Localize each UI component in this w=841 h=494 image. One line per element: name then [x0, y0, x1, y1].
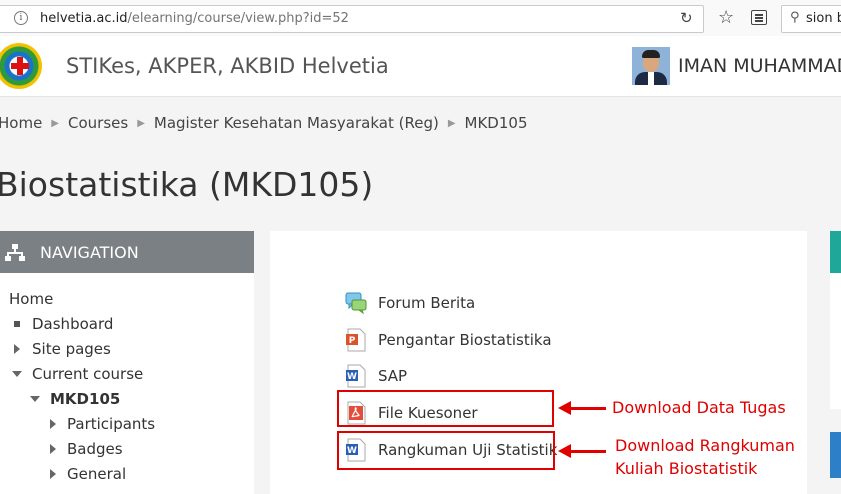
breadcrumb-category[interactable]: Magister Kesehatan Masyarakat (Reg)	[154, 114, 439, 132]
browser-toolbar: i helvetia.ac.id/elearning/course/view.p…	[0, 0, 841, 37]
sitemap-icon	[5, 244, 25, 261]
expand-arrow-icon[interactable]	[14, 344, 20, 354]
expand-arrow-icon[interactable]	[50, 444, 56, 454]
info-icon[interactable]: i	[14, 11, 28, 25]
breadcrumb-courses[interactable]: Courses	[68, 114, 128, 132]
annotation-download-rangkuman: Download Rangkuman	[615, 436, 795, 455]
right-block	[830, 231, 841, 409]
breadcrumb-separator-icon: ▶	[137, 118, 145, 129]
site-name[interactable]: STIKes, AKPER, AKBID Helvetia	[66, 54, 389, 78]
breadcrumb-separator-icon: ▶	[447, 118, 456, 129]
right-block-header	[830, 231, 841, 273]
svg-text:P: P	[349, 336, 356, 346]
nav-item-site-pages[interactable]: Site pages	[32, 340, 111, 358]
collapse-arrow-icon[interactable]	[30, 396, 40, 402]
url-text[interactable]: helvetia.ac.id/elearning/course/view.php…	[40, 11, 349, 26]
powerpoint-icon: P	[346, 328, 366, 352]
highlight-box-file-kuesoner	[337, 390, 554, 427]
expand-arrow-icon[interactable]	[50, 419, 56, 429]
highlight-box-rangkuman	[337, 431, 555, 470]
right-block-blue	[830, 432, 841, 478]
annotation-kuliah-biostatistik: Kuliah Biostatistik	[615, 459, 758, 478]
page-title: Biostatistika (MKD105)	[0, 165, 374, 204]
avatar[interactable]	[632, 47, 670, 85]
search-text: sion b	[806, 11, 841, 26]
nav-item-badges[interactable]: Badges	[67, 440, 123, 458]
activity-label[interactable]: Pengantar Biostatistika	[378, 331, 552, 349]
nav-item-participants[interactable]: Participants	[67, 415, 155, 433]
breadcrumb-home[interactable]: Home	[0, 114, 42, 132]
forum-icon	[345, 292, 367, 315]
arrow-left-icon	[558, 401, 606, 415]
collapse-arrow-icon[interactable]	[12, 371, 22, 377]
breadcrumb-course[interactable]: MKD105	[465, 114, 528, 132]
url-host: helvetia.ac.id	[40, 11, 128, 26]
navigation-block: NAVIGATION	[0, 231, 254, 494]
navigation-title: NAVIGATION	[40, 243, 139, 262]
arrow-left-icon	[558, 444, 606, 458]
nav-item-home[interactable]: Home	[9, 290, 53, 308]
expand-arrow-icon[interactable]	[50, 469, 56, 479]
user-menu-name[interactable]: IMAN MUHAMMAD	[678, 55, 841, 77]
red-cross-icon	[8, 54, 32, 78]
nav-item-general[interactable]: General	[67, 465, 126, 483]
breadcrumb: Home ▶ Courses ▶ Magister Kesehatan Masyarak…	[0, 114, 528, 132]
svg-text:W: W	[347, 372, 357, 382]
activity-label[interactable]: SAP	[378, 367, 407, 385]
breadcrumb-separator-icon: ▶	[51, 118, 59, 129]
nav-item-dashboard[interactable]: Dashboard	[32, 315, 113, 333]
nav-item-course-mkd105[interactable]: MKD105	[50, 390, 120, 408]
search-icon: ⚲	[790, 10, 800, 25]
reload-icon[interactable]: ↻	[680, 9, 693, 27]
url-path: /elearning/course/view.php?id=52	[127, 11, 349, 26]
bookmark-star-icon[interactable]: ☆	[718, 7, 734, 28]
activity-label[interactable]: Forum Berita	[378, 294, 475, 312]
nav-item-current-course[interactable]: Current course	[32, 365, 143, 383]
annotation-download-data-tugas: Download Data Tugas	[612, 398, 786, 417]
word-icon: W	[346, 364, 366, 388]
bullet-icon	[14, 321, 20, 327]
navigation-header[interactable]: NAVIGATION	[0, 231, 254, 273]
reader-view-icon[interactable]	[751, 10, 767, 25]
